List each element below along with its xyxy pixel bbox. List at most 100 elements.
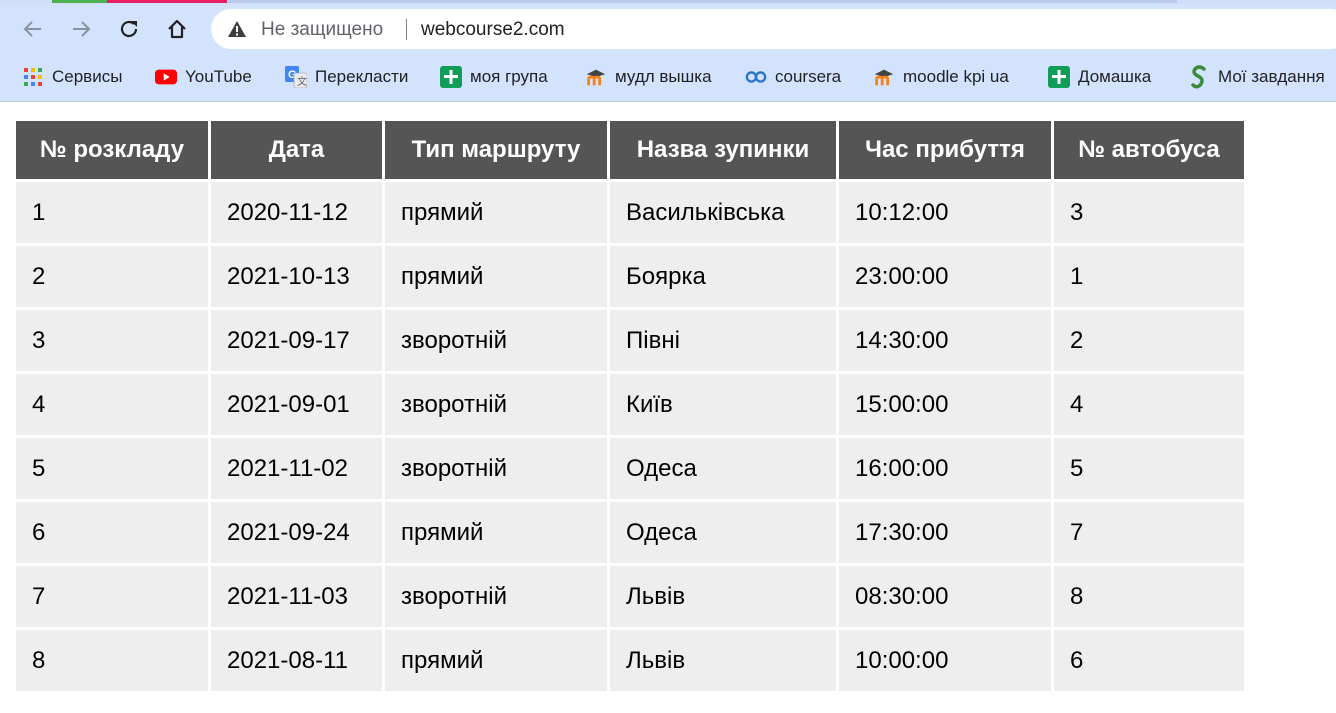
table-cell: 2021-09-24 <box>211 502 382 563</box>
table-cell: 08:30:00 <box>839 566 1051 627</box>
bookmark-label: moodle kpi ua <box>903 67 1009 86</box>
bookmark-label: Домашка <box>1078 67 1152 86</box>
table-row: 8 2021-08-11 прямий Львів 10:00:00 6 <box>16 630 1244 691</box>
apps-grid-icon <box>22 66 44 88</box>
table-cell: Васильківська <box>610 182 836 243</box>
table-cell: 2 <box>16 246 208 307</box>
svg-text:文: 文 <box>297 75 307 88</box>
table-cell: 7 <box>1054 502 1244 563</box>
table-cell: 14:30:00 <box>839 310 1051 371</box>
table-cell: 10:12:00 <box>839 182 1051 243</box>
bookmark-label: Мої завдання <box>1218 67 1325 86</box>
table-cell: 4 <box>16 374 208 435</box>
bookmark-services[interactable]: Сервисы <box>22 64 122 90</box>
table-cell: прямий <box>385 630 607 691</box>
schedule-table: № розкладу Дата Тип маршруту Назва зупин… <box>13 118 1247 694</box>
bookmark-homework[interactable]: Домашка <box>1048 64 1151 90</box>
table-cell: прямий <box>385 246 607 307</box>
bookmark-my-tasks[interactable]: Мої завдання <box>1188 64 1325 90</box>
home-icon <box>168 19 186 39</box>
youtube-icon <box>155 66 177 88</box>
warning-icon[interactable] <box>227 20 247 38</box>
table-cell: 8 <box>16 630 208 691</box>
bookmark-my-group[interactable]: моя група <box>440 64 548 90</box>
table-cell: Львів <box>610 630 836 691</box>
table-cell: 15:00:00 <box>839 374 1051 435</box>
table-cell: зворотній <box>385 438 607 499</box>
table-row: 4 2021-09-01 зворотній Київ 15:00:00 4 <box>16 374 1244 435</box>
bookmarks-bar: Сервисы YouTube G 文 Перекласти моя група… <box>0 54 1336 102</box>
address-bar[interactable]: Не защищено webcourse2.com <box>211 9 1336 49</box>
bookmark-label: Сервисы <box>52 67 123 86</box>
bookmark-moodle-kpi[interactable]: moodle kpi ua <box>873 64 1009 90</box>
bookmark-moodle-vyshka[interactable]: мудл вышка <box>585 64 712 90</box>
table-cell: 2021-11-03 <box>211 566 382 627</box>
reload-icon <box>120 20 138 38</box>
table-cell: 10:00:00 <box>839 630 1051 691</box>
s-logo-icon <box>1188 65 1210 89</box>
url-text[interactable]: webcourse2.com <box>421 19 565 41</box>
google-classroom-icon <box>440 66 462 88</box>
bookmark-label: YouTube <box>185 67 252 86</box>
table-cell: 5 <box>16 438 208 499</box>
moodle-icon <box>585 66 607 88</box>
bookmark-label: мудл вышка <box>615 67 712 86</box>
home-button[interactable] <box>160 12 194 46</box>
moodle-icon <box>873 66 895 88</box>
forward-button[interactable] <box>64 12 98 46</box>
table-cell: Півні <box>610 310 836 371</box>
bookmark-label: coursera <box>775 67 842 86</box>
column-header: № автобуса <box>1054 121 1244 179</box>
bookmark-translate[interactable]: G 文 Перекласти <box>285 64 408 90</box>
table-cell: 2021-09-17 <box>211 310 382 371</box>
google-classroom-icon <box>1048 66 1070 88</box>
reload-button[interactable] <box>112 12 146 46</box>
table-row: 5 2021-11-02 зворотній Одеса 16:00:00 5 <box>16 438 1244 499</box>
column-header: Час прибуття <box>839 121 1051 179</box>
arrow-left-icon <box>23 21 41 37</box>
table-cell: зворотній <box>385 566 607 627</box>
table-cell: Одеса <box>610 502 836 563</box>
table-row: 7 2021-11-03 зворотній Львів 08:30:00 8 <box>16 566 1244 627</box>
table-cell: 2021-10-13 <box>211 246 382 307</box>
coursera-icon <box>745 66 767 88</box>
table-cell: 3 <box>16 310 208 371</box>
omnibox-divider <box>406 19 407 40</box>
table-cell: 2 <box>1054 310 1244 371</box>
security-status-label[interactable]: Не защищено <box>261 19 383 41</box>
browser-toolbar: Не защищено webcourse2.com <box>0 4 1336 54</box>
table-row: 2 2021-10-13 прямий Боярка 23:00:00 1 <box>16 246 1244 307</box>
table-cell: зворотній <box>385 310 607 371</box>
table-cell: 23:00:00 <box>839 246 1051 307</box>
table-cell: 6 <box>16 502 208 563</box>
table-cell: 8 <box>1054 566 1244 627</box>
column-header: № розкладу <box>16 121 208 179</box>
table-cell: 2021-08-11 <box>211 630 382 691</box>
table-cell: Одеса <box>610 438 836 499</box>
table-cell: 4 <box>1054 374 1244 435</box>
table-cell: 1 <box>16 182 208 243</box>
table-cell: 2021-09-01 <box>211 374 382 435</box>
table-row: 6 2021-09-24 прямий Одеса 17:30:00 7 <box>16 502 1244 563</box>
table-cell: 2021-11-02 <box>211 438 382 499</box>
table-cell: Київ <box>610 374 836 435</box>
column-header: Тип маршруту <box>385 121 607 179</box>
bookmark-label: моя група <box>470 67 548 86</box>
bookmark-youtube[interactable]: YouTube <box>155 64 252 90</box>
table-row: 3 2021-09-17 зворотній Півні 14:30:00 2 <box>16 310 1244 371</box>
table-cell: 2020-11-12 <box>211 182 382 243</box>
bookmark-label: Перекласти <box>315 67 409 86</box>
table-cell: прямий <box>385 502 607 563</box>
column-header: Назва зупинки <box>610 121 836 179</box>
table-cell: 1 <box>1054 246 1244 307</box>
table-cell: 5 <box>1054 438 1244 499</box>
back-button[interactable] <box>16 12 50 46</box>
arrow-right-icon <box>73 21 91 37</box>
table-cell: Львів <box>610 566 836 627</box>
table-header-row: № розкладу Дата Тип маршруту Назва зупин… <box>16 121 1244 179</box>
table-cell: Боярка <box>610 246 836 307</box>
table-cell: прямий <box>385 182 607 243</box>
table-cell: зворотній <box>385 374 607 435</box>
bookmark-coursera[interactable]: coursera <box>745 64 841 90</box>
table-cell: 6 <box>1054 630 1244 691</box>
